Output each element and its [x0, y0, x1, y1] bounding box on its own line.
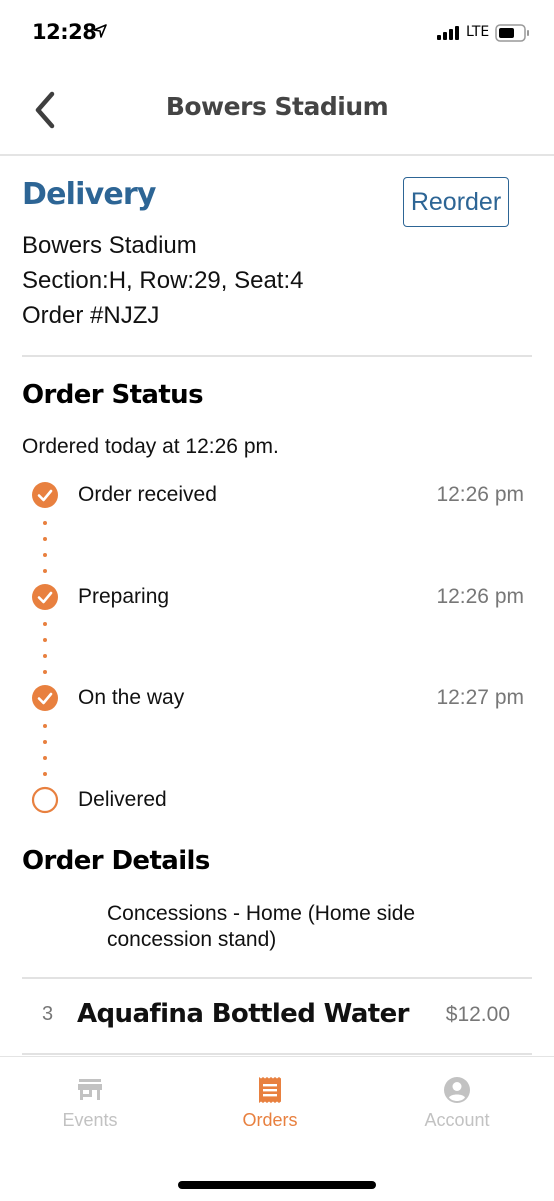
timeline-dot	[43, 654, 47, 658]
order-details-title: Order Details	[22, 846, 210, 876]
timeline-dot	[43, 724, 47, 728]
empty-circle-icon	[31, 786, 59, 814]
check-circle-icon	[32, 482, 58, 508]
concession-stand: Concessions - Home (Home side concession…	[107, 902, 416, 951]
nav-bar: Bowers Stadium	[0, 66, 554, 156]
status-time: 12:28	[32, 20, 97, 44]
item-price: $12.00	[445, 1003, 510, 1026]
timeline-dot	[43, 569, 47, 573]
order-number: Order #NJZJ	[22, 302, 160, 329]
seat-info: Section:H, Row:29, Seat:4	[22, 267, 304, 294]
timeline-dot	[43, 756, 47, 760]
storefront-icon	[78, 1079, 102, 1100]
tab-label: Orders	[242, 1110, 298, 1130]
timeline-dot	[43, 772, 47, 776]
network-label: LTE	[466, 24, 490, 40]
timeline-dot	[43, 638, 47, 642]
tab-label: Events	[62, 1110, 118, 1130]
item-name: Aquafina Bottled Water	[77, 999, 409, 1029]
order-item-row: 3 Aquafina Bottled Water $12.00	[0, 995, 554, 1039]
timeline-dot	[43, 670, 47, 674]
home-indicator[interactable]	[178, 1181, 376, 1189]
divider	[22, 355, 532, 357]
timeline-dot	[43, 521, 47, 525]
venue-name: Bowers Stadium	[22, 232, 197, 259]
timeline-dot	[43, 537, 47, 541]
divider	[22, 1053, 532, 1055]
page-title: Bowers Stadium	[165, 92, 389, 121]
battery-icon	[495, 24, 529, 42]
status-step-delivered: Delivered	[0, 786, 554, 818]
tab-bar: Events Orders Account	[0, 1056, 554, 1201]
step-label: Delivered	[78, 788, 167, 811]
status-step-order-received: Order received 12:26 pm	[0, 481, 554, 513]
status-bar: 12:28 LTE	[0, 0, 554, 66]
step-time: 12:26 pm	[436, 585, 524, 608]
divider	[22, 977, 532, 979]
tab-account[interactable]: Account	[387, 1073, 527, 1137]
status-step-on-the-way: On the way 12:27 pm	[0, 684, 554, 716]
check-circle-icon	[32, 685, 58, 711]
step-label: Preparing	[78, 585, 170, 608]
tab-label: Account	[424, 1110, 490, 1130]
account-circle-icon	[444, 1077, 470, 1103]
check-circle-icon	[32, 584, 58, 610]
order-status-title: Order Status	[22, 380, 204, 410]
timeline-dot	[43, 622, 47, 626]
signal-icon	[437, 26, 459, 40]
step-time: 12:26 pm	[436, 483, 524, 506]
location-arrow-icon	[93, 24, 107, 38]
timeline-dot	[43, 740, 47, 744]
reorder-button[interactable]: Reorder	[403, 177, 509, 227]
step-label: On the way	[78, 686, 185, 709]
delivery-title: Delivery	[22, 177, 156, 212]
step-label: Order received	[78, 483, 217, 506]
tab-orders[interactable]: Orders	[200, 1073, 340, 1137]
tab-events[interactable]: Events	[20, 1073, 160, 1137]
timeline-dot	[43, 553, 47, 557]
step-time: 12:27 pm	[436, 686, 524, 709]
item-quantity: 3	[42, 1003, 54, 1025]
ordered-time-text: Ordered today at 12:26 pm.	[22, 435, 279, 458]
receipt-icon	[259, 1077, 281, 1103]
status-step-preparing: Preparing 12:26 pm	[0, 583, 554, 615]
